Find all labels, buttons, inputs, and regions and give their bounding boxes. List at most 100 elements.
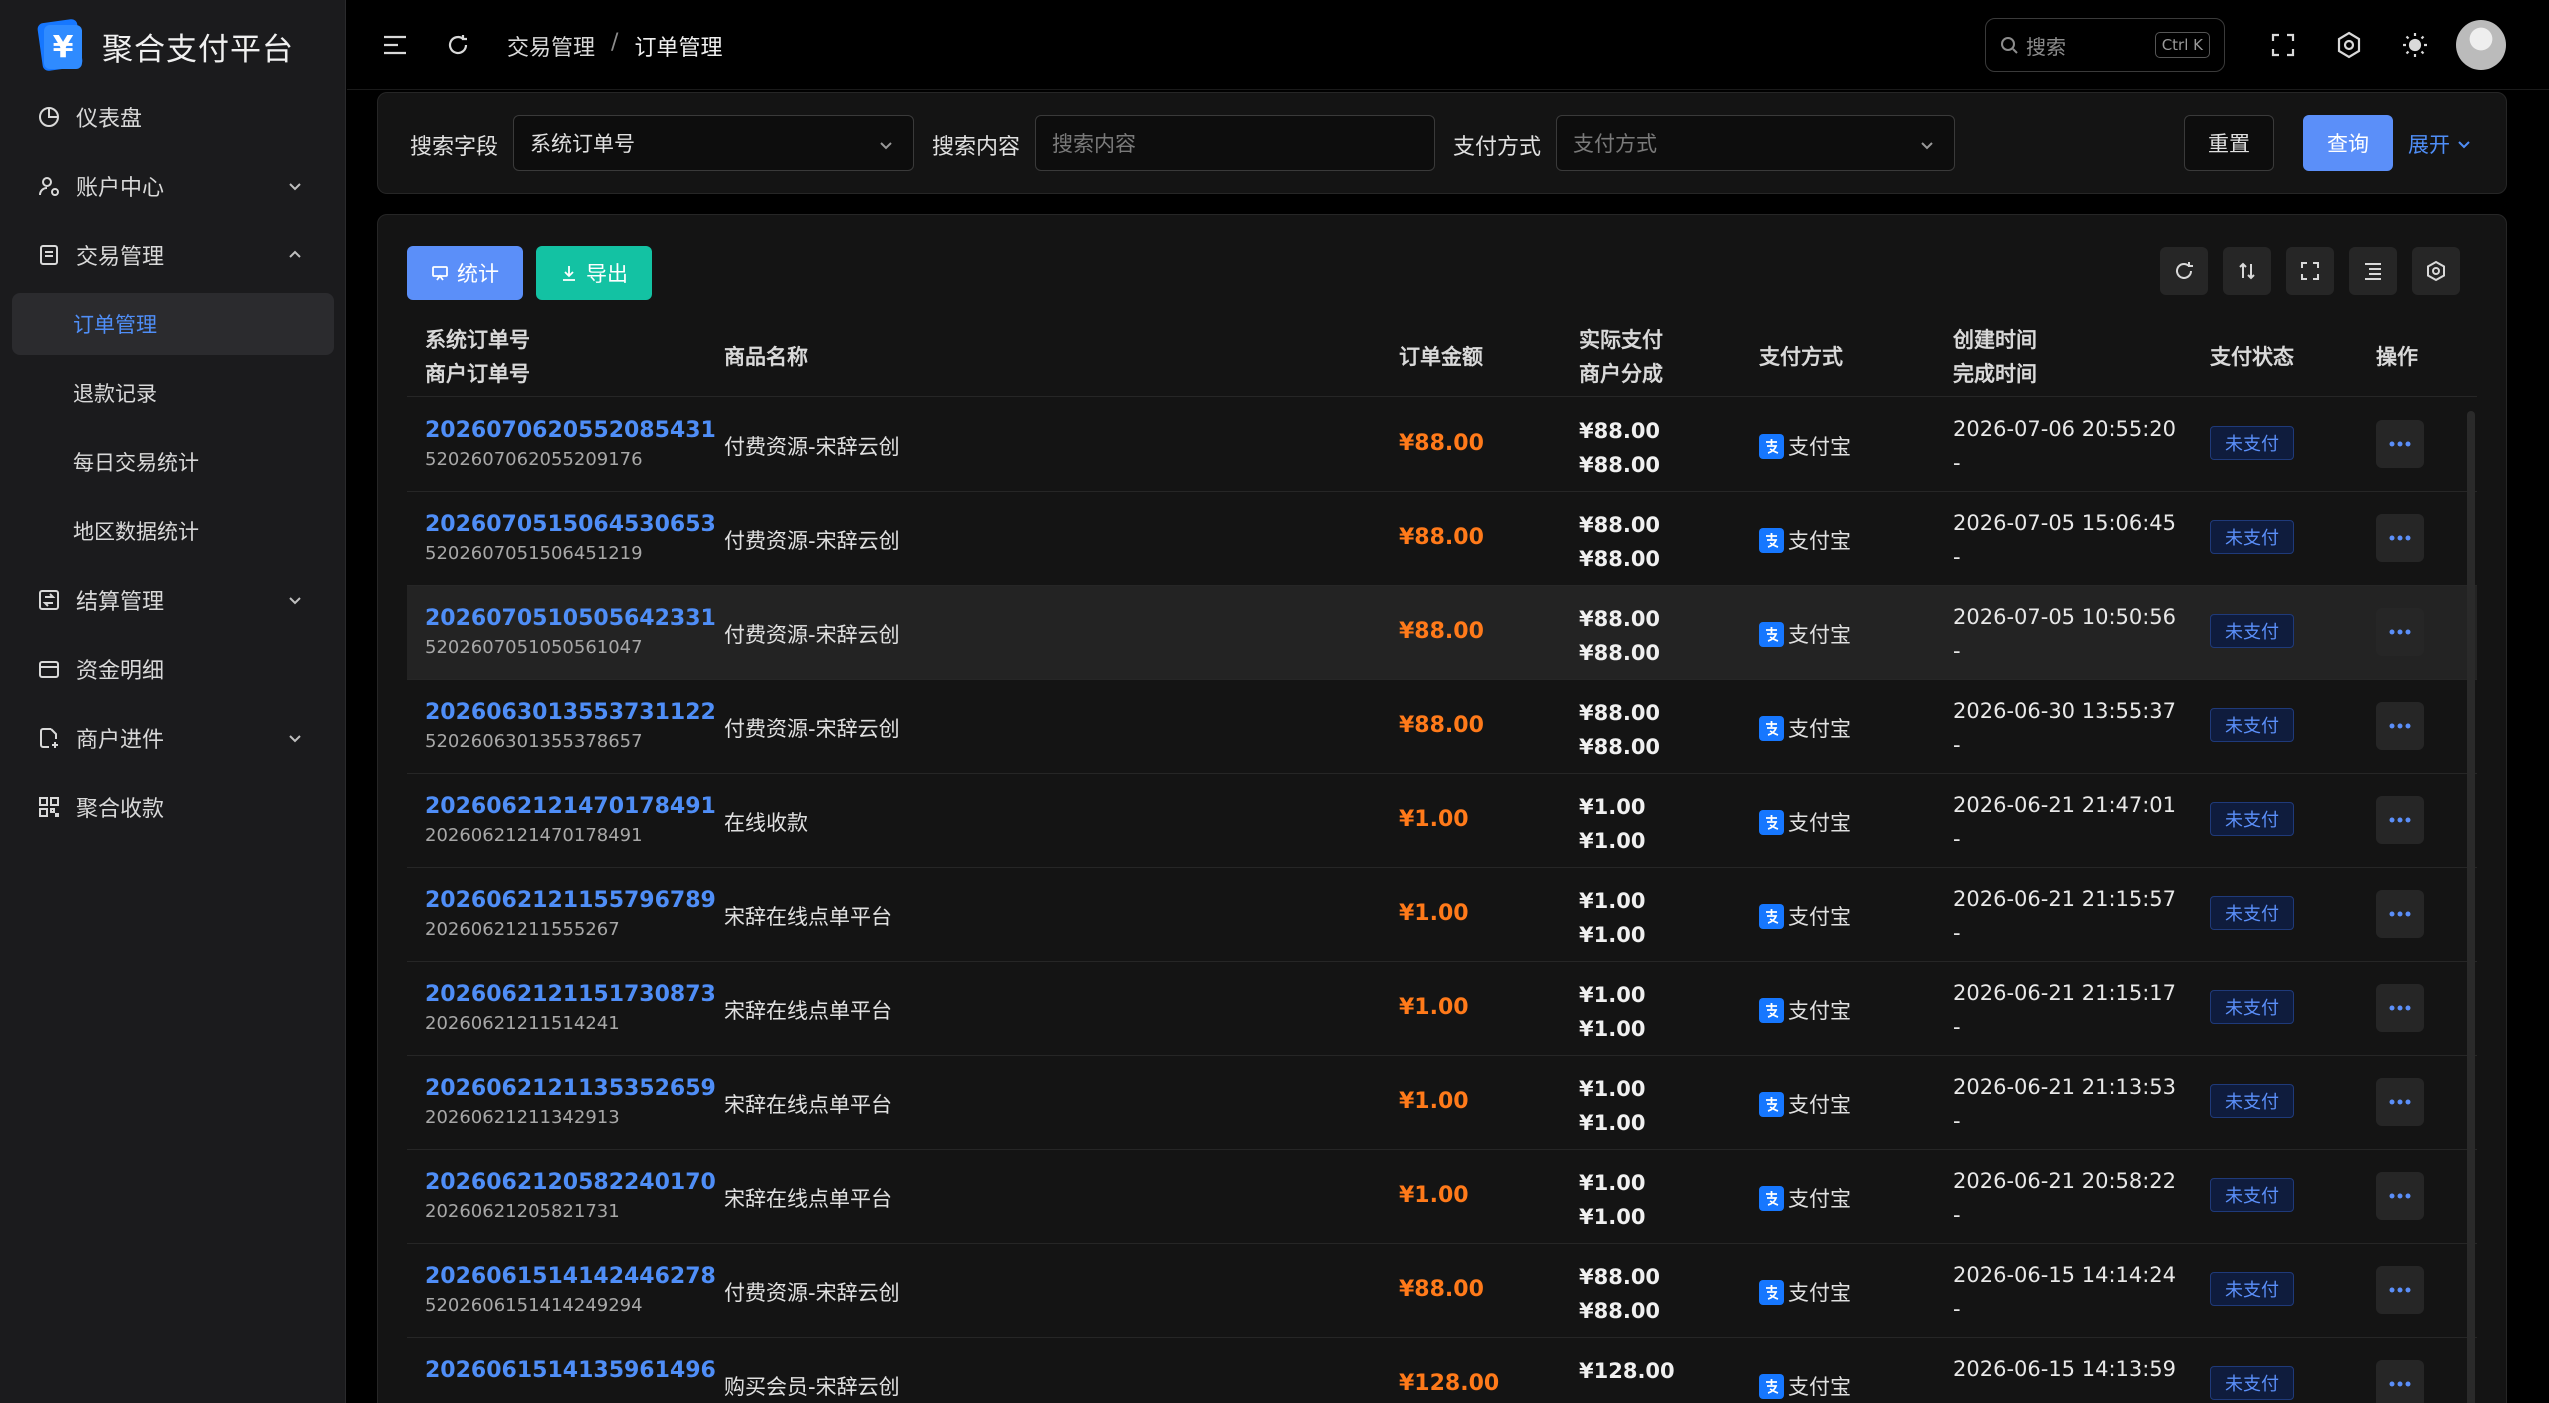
sidebar-item-daily-stats[interactable]: 每日交易统计: [12, 431, 334, 493]
sidebar-item-fund-details[interactable]: 资金明细: [12, 638, 334, 700]
goods-name: 付费资源-宋辞云创: [724, 529, 900, 553]
reset-button[interactable]: 重置: [2184, 115, 2274, 171]
order-no-link[interactable]: 2026070620552085431: [425, 418, 716, 443]
search-field-select[interactable]: 系统订单号: [513, 115, 914, 171]
fullscreen-icon[interactable]: [2263, 25, 2303, 65]
table-row[interactable]: 2026062121151730873 20260621211514241 宋辞在线…: [407, 962, 2477, 1056]
more-actions-button[interactable]: [2376, 984, 2424, 1032]
pay-method-select[interactable]: 支付方式: [1556, 115, 1955, 171]
order-amount: ¥128.00: [1399, 1371, 1500, 1396]
paid-amount-cell: ¥1.00 ¥1.00: [1579, 790, 1645, 858]
stat-label: 统计: [457, 262, 499, 286]
more-actions-button[interactable]: [2376, 890, 2424, 938]
brand[interactable]: ¥ 聚合支付平台: [36, 18, 294, 74]
sidebar-item-transactions[interactable]: 交易管理: [12, 224, 334, 286]
more-actions-button[interactable]: [2376, 796, 2424, 844]
statistics-icon: [432, 266, 448, 281]
order-no-link[interactable]: 2026063013553731122: [425, 700, 716, 725]
alipay-icon: [1759, 433, 1784, 459]
more-icon: [2389, 1381, 2411, 1387]
table-row[interactable]: 2026063013553731122 5202606301355378657 付费…: [407, 680, 2477, 774]
pay-method-label: 支付宝: [1788, 1281, 1851, 1305]
order-no-link[interactable]: 2026061514142446278: [425, 1264, 716, 1289]
settings-icon[interactable]: [2329, 25, 2369, 65]
query-button[interactable]: 查询: [2303, 115, 2393, 171]
settlement-icon: [36, 587, 62, 613]
goods-name: 宋辞在线点单平台: [724, 999, 892, 1023]
status-badge: 未支付: [2210, 1272, 2294, 1306]
sidebar-item-dashboard[interactable]: 仪表盘: [12, 86, 334, 148]
paid-amount-cell: ¥1.00 ¥1.00: [1579, 1072, 1645, 1140]
order-no-link[interactable]: 2026070515064530653: [425, 512, 716, 537]
table-row[interactable]: 2026070515064530653 5202607051506451219 付费…: [407, 492, 2477, 586]
export-button[interactable]: 导出: [536, 246, 652, 300]
more-actions-button[interactable]: [2376, 514, 2424, 562]
goods-name: 付费资源-宋辞云创: [724, 435, 900, 459]
user-avatar[interactable]: [2456, 20, 2506, 70]
table-row[interactable]: 2026062121470178491 2026062121470178491 在线…: [407, 774, 2477, 868]
sort-icon[interactable]: [2223, 247, 2271, 295]
more-actions-button[interactable]: [2376, 1078, 2424, 1126]
order-no-link[interactable]: 2026062121151730873: [425, 982, 716, 1007]
order-no-link[interactable]: 2026070510505642331: [425, 606, 716, 631]
order-amount: ¥88.00: [1399, 525, 1484, 550]
table-row[interactable]: 2026070620552085431 5202607062055209176 付费…: [407, 398, 2477, 492]
col-order-no-label: 系统订单号: [425, 328, 530, 352]
goods-name: 付费资源-宋辞云创: [724, 623, 900, 647]
sidebar-item-label: 每日交易统计: [73, 451, 199, 475]
order-no-link[interactable]: 2026061514135961496: [425, 1358, 716, 1383]
density-icon[interactable]: [2349, 247, 2397, 295]
table-row[interactable]: 2026061514135961496 购买会员-宋辞云创 ¥128.00 ¥128.…: [407, 1338, 2477, 1403]
more-actions-button[interactable]: [2376, 702, 2424, 750]
table-row[interactable]: 2026061514142446278 5202606151414249294 付费…: [407, 1244, 2477, 1338]
sidebar-item-account-center[interactable]: 账户中心: [12, 155, 334, 217]
pay-method-label: 支付宝: [1788, 1187, 1851, 1211]
order-no-link[interactable]: 2026062121470178491: [425, 794, 716, 819]
expand-filter-link[interactable]: 展开: [2408, 129, 2472, 159]
time-cell: 2026-06-21 21:47:01 -: [1953, 788, 2176, 856]
sidebar-item-merchant-apply[interactable]: 商户进件: [12, 707, 334, 769]
merchant-share: ¥88.00: [1579, 1299, 1661, 1323]
refresh-icon[interactable]: [438, 25, 478, 65]
more-actions-button[interactable]: [2376, 1266, 2424, 1314]
table-scrollbar[interactable]: [2467, 411, 2475, 1403]
table-fullscreen-icon[interactable]: [2286, 247, 2334, 295]
table-row[interactable]: 2026062121135352659 20260621211342913 宋辞在线…: [407, 1056, 2477, 1150]
search-content-input[interactable]: 搜索内容: [1035, 115, 1435, 171]
merchant-order-no: 5202606151414249294: [425, 1295, 643, 1316]
stat-button[interactable]: 统计: [407, 246, 523, 300]
sidebar-item-aggregate-collection[interactable]: 聚合收款: [12, 776, 334, 838]
finished-time: -: [1953, 639, 1961, 663]
more-actions-button[interactable]: [2376, 1360, 2424, 1403]
global-search-input[interactable]: 搜索 Ctrl K: [1985, 18, 2225, 72]
sidebar-item-order-management[interactable]: 订单管理: [12, 293, 334, 355]
pay-method-cell: 支付宝: [1759, 1371, 1851, 1401]
column-settings-icon[interactable]: [2412, 247, 2460, 295]
merchant-share: ¥88.00: [1579, 641, 1661, 665]
theme-toggle-icon[interactable]: [2395, 25, 2435, 65]
breadcrumb-item[interactable]: 交易管理: [507, 30, 595, 62]
expand-label: 展开: [2408, 133, 2450, 157]
table-refresh-icon[interactable]: [2160, 247, 2208, 295]
menu-toggle-icon[interactable]: [375, 25, 415, 65]
pay-method-cell: 支付宝: [1759, 1089, 1851, 1119]
paid-amount: ¥88.00: [1579, 419, 1661, 443]
merchant-share: ¥1.00: [1579, 829, 1646, 853]
more-actions-button[interactable]: [2376, 420, 2424, 468]
table-row[interactable]: 2026070510505642331 5202607051050561047 付费…: [407, 586, 2477, 680]
sidebar-item-region-stats[interactable]: 地区数据统计: [12, 500, 334, 562]
status-badge: 未支付: [2210, 426, 2294, 460]
more-actions-button[interactable]: [2376, 608, 2424, 656]
paid-amount: ¥1.00: [1579, 889, 1646, 913]
sidebar-item-refund-records[interactable]: 退款记录: [12, 362, 334, 424]
orders-panel: 统计 导出 系统订单号 商户订单号 商品名称 订单金额 实际支付 商户分成 支付…: [377, 214, 2507, 1403]
sidebar-item-settlement[interactable]: 结算管理: [12, 569, 334, 631]
order-no-link[interactable]: 2026062121135352659: [425, 1076, 716, 1101]
more-actions-button[interactable]: [2376, 1172, 2424, 1220]
table-row[interactable]: 2026062120582240170 20260621205821731 宋辞在线…: [407, 1150, 2477, 1244]
order-no-link[interactable]: 2026062121155796789: [425, 888, 716, 913]
order-no-link[interactable]: 2026062120582240170: [425, 1170, 716, 1195]
table-row[interactable]: 2026062121155796789 20260621211555267 宋辞在线…: [407, 868, 2477, 962]
export-label: 导出: [586, 262, 628, 286]
merchant-share: ¥1.00: [1579, 1017, 1646, 1041]
